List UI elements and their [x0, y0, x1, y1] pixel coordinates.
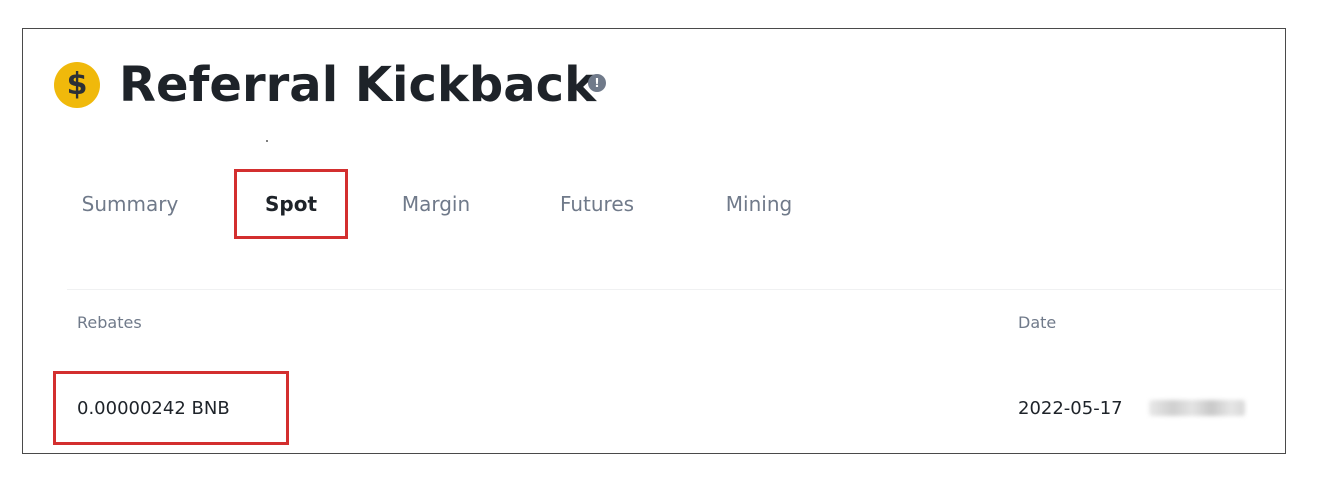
tab-spot[interactable]: Spot: [234, 169, 348, 239]
dollar-coin-icon: $: [54, 62, 100, 108]
redacted-time: [1149, 400, 1245, 416]
column-header-date: Date: [1018, 313, 1057, 332]
referral-kickback-panel: $ Referral Kickback ! Summary Spot Margi…: [22, 28, 1286, 454]
info-symbol: !: [594, 76, 600, 90]
coin-symbol: $: [66, 67, 88, 102]
date-value: 2022-05-17: [1018, 398, 1123, 419]
tab-futures[interactable]: Futures: [551, 169, 643, 239]
tab-bar: Summary Spot Margin Futures Mining: [23, 169, 1285, 239]
column-header-rebates: Rebates: [77, 313, 142, 332]
stray-dot: [266, 140, 268, 142]
tab-mining[interactable]: Mining: [716, 169, 802, 239]
info-icon[interactable]: !: [588, 74, 606, 92]
page-title: Referral Kickback: [119, 57, 596, 113]
tab-summary[interactable]: Summary: [77, 169, 183, 239]
rebate-value: 0.00000242 BNB: [53, 371, 289, 445]
table-divider: [67, 289, 1283, 290]
tab-margin[interactable]: Margin: [391, 169, 481, 239]
